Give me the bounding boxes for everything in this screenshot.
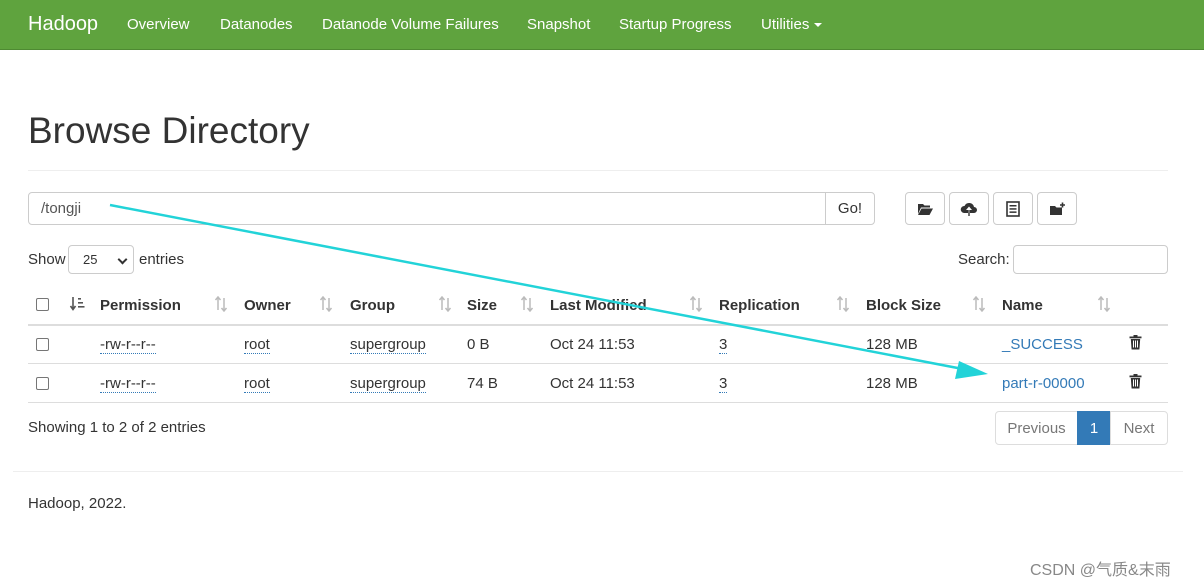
nav-startup-progress[interactable]: Startup Progress	[619, 16, 732, 33]
trash-icon[interactable]	[1129, 335, 1142, 350]
search-label: Search:	[958, 251, 1010, 268]
folder-new-icon	[1049, 202, 1065, 215]
footer-divider	[13, 471, 1183, 472]
nav-overview[interactable]: Overview	[127, 16, 190, 33]
sort-both-icon[interactable]	[836, 296, 850, 312]
column-header-group[interactable]: Group	[350, 297, 395, 314]
file-name-link[interactable]: part-r-00000	[1002, 375, 1085, 392]
column-header-size[interactable]: Size	[467, 297, 497, 314]
permission-cell[interactable]: -rw-r--r--	[100, 375, 156, 393]
sort-both-icon[interactable]	[520, 296, 534, 312]
watermark: CSDN @气质&末雨	[1030, 562, 1171, 579]
entries-per-page-value: 25	[83, 252, 98, 267]
last-modified-cell: Oct 24 11:53	[550, 336, 635, 353]
sort-both-icon[interactable]	[689, 296, 703, 312]
column-header-last-modified[interactable]: Last Modified	[550, 297, 647, 314]
column-header-replication[interactable]: Replication	[719, 297, 800, 314]
file-name-link[interactable]: _SUCCESS	[1002, 336, 1083, 353]
entries-per-page-select[interactable]: 25	[68, 245, 134, 274]
column-header-permission[interactable]: Permission	[100, 297, 181, 314]
sort-both-icon[interactable]	[438, 296, 452, 312]
row-checkbox[interactable]	[36, 338, 49, 351]
chevron-down-icon	[117, 254, 128, 265]
trash-icon[interactable]	[1129, 374, 1142, 389]
column-header-block-size[interactable]: Block Size	[866, 297, 941, 314]
cloud-upload-icon	[960, 202, 977, 216]
owner-cell[interactable]: root	[244, 336, 270, 354]
nav-utilities-label: Utilities	[761, 16, 810, 33]
size-cell: 0 B	[467, 336, 490, 353]
sort-asc-icon[interactable]	[69, 296, 85, 312]
brand-link[interactable]: Hadoop	[28, 13, 98, 36]
permission-cell[interactable]: -rw-r--r--	[100, 336, 156, 354]
select-all-checkbox[interactable]	[36, 298, 49, 311]
directory-path-input[interactable]	[28, 192, 826, 225]
size-cell: 74 B	[467, 375, 498, 392]
last-modified-cell: Oct 24 11:53	[550, 375, 635, 392]
show-label: Show	[28, 251, 66, 268]
page-title: Browse Directory	[28, 110, 310, 151]
pagination-previous[interactable]: Previous	[995, 411, 1078, 445]
pagination-next[interactable]: Next	[1110, 411, 1168, 445]
nav-snapshot[interactable]: Snapshot	[527, 16, 590, 33]
owner-cell[interactable]: root	[244, 375, 270, 393]
navbar: Hadoop Overview Datanodes Datanode Volum…	[0, 0, 1204, 50]
sort-both-icon[interactable]	[1097, 296, 1111, 312]
sort-both-icon[interactable]	[972, 296, 986, 312]
entries-label: entries	[139, 251, 185, 268]
folder-open-icon	[918, 203, 933, 215]
group-cell[interactable]: supergroup	[350, 375, 426, 393]
upload-button[interactable]	[949, 192, 989, 225]
column-header-name[interactable]: Name	[1002, 297, 1043, 314]
block-size-cell: 128 MB	[866, 336, 918, 353]
nav-datanodes[interactable]: Datanodes	[220, 16, 293, 33]
caret-down-icon	[814, 23, 823, 28]
row-divider	[28, 402, 1168, 403]
row-divider	[28, 363, 1168, 364]
create-directory-button[interactable]	[1037, 192, 1077, 225]
pagination-page-1[interactable]: 1	[1077, 411, 1111, 445]
search-input[interactable]	[1013, 245, 1168, 274]
group-cell[interactable]: supergroup	[350, 336, 426, 354]
sort-both-icon[interactable]	[319, 296, 333, 312]
replication-cell[interactable]: 3	[719, 375, 728, 393]
table-header-divider	[28, 324, 1168, 326]
title-divider	[28, 170, 1168, 171]
column-header-owner[interactable]: Owner	[244, 297, 291, 314]
list-button[interactable]	[993, 192, 1033, 225]
nav-datanode-volume-failures[interactable]: Datanode Volume Failures	[322, 16, 499, 33]
sort-both-icon[interactable]	[214, 296, 228, 312]
footer-text: Hadoop, 2022.	[28, 495, 127, 512]
nav-utilities-dropdown[interactable]: Utilities	[761, 16, 823, 33]
row-checkbox[interactable]	[36, 377, 49, 390]
go-button[interactable]: Go!	[825, 192, 875, 225]
replication-cell[interactable]: 3	[719, 336, 728, 354]
block-size-cell: 128 MB	[866, 375, 918, 392]
open-folder-button[interactable]	[905, 192, 945, 225]
list-alt-icon	[1006, 200, 1020, 217]
annotation-arrow	[109, 203, 988, 379]
table-info: Showing 1 to 2 of 2 entries	[28, 419, 206, 436]
